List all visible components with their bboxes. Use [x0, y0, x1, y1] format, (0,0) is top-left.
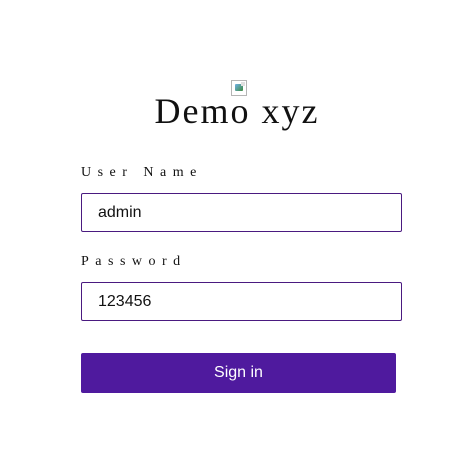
- username-input[interactable]: [81, 193, 402, 232]
- page-title: Demo xyz: [154, 91, 320, 131]
- password-input[interactable]: [81, 282, 402, 321]
- login-page: Demo xyz User Name Password Sign in: [0, 0, 474, 472]
- username-label: User Name: [81, 165, 203, 180]
- password-label: Password: [81, 254, 187, 269]
- sign-in-button[interactable]: Sign in: [81, 353, 396, 393]
